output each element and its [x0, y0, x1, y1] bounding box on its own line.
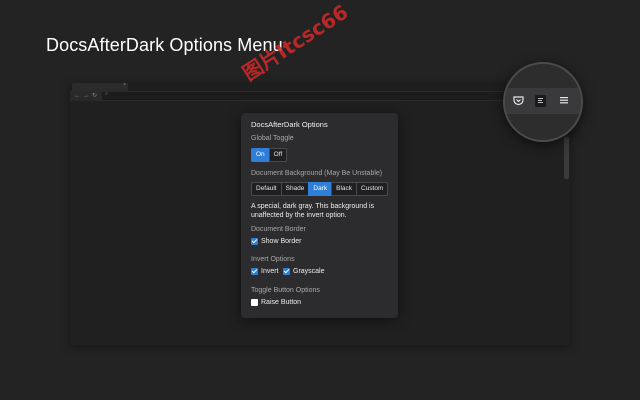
checkbox-icon[interactable]	[251, 299, 258, 306]
browser-tab[interactable]: ×	[72, 83, 128, 91]
background-dark-button[interactable]: Dark	[308, 182, 333, 196]
raise-button-label: Raise Button	[261, 299, 302, 306]
invert-label: Invert	[261, 268, 279, 275]
search-icon: ⌕	[105, 91, 108, 97]
raise-button-checkbox[interactable]: Raise Button	[251, 299, 301, 306]
forward-icon[interactable]: →	[83, 91, 89, 101]
docsafterdark-icon[interactable]	[535, 95, 546, 107]
page-headline: DocsAfterDark Options Menu	[46, 35, 283, 55]
hamburger-menu-icon[interactable]	[559, 95, 569, 108]
show-border-checkbox[interactable]: Show Border	[251, 238, 301, 245]
background-black-button[interactable]: Black	[331, 182, 358, 196]
background-custom-button[interactable]: Custom	[356, 182, 389, 196]
grayscale-checkbox[interactable]: Grayscale	[283, 268, 325, 275]
url-bar[interactable]: ⌕	[102, 91, 542, 100]
background-default-button[interactable]: Default	[251, 182, 282, 196]
document-border-label: Document Border	[251, 226, 306, 233]
tab-strip: ×	[70, 83, 570, 91]
background-description: A special, dark gray. This background is…	[251, 203, 375, 219]
show-border-label: Show Border	[261, 238, 302, 245]
global-toggle-group: On Off	[251, 148, 288, 162]
global-toggle-label: Global Toggle	[251, 135, 294, 142]
pocket-icon[interactable]	[513, 95, 524, 109]
invert-checkbox[interactable]: Invert	[251, 268, 279, 275]
checkbox-icon[interactable]	[283, 268, 290, 275]
scrollbar[interactable]	[564, 137, 569, 179]
document-background-label: Document Background (May Be Unstable)	[251, 170, 383, 177]
back-icon[interactable]: ←	[74, 91, 80, 101]
checkbox-icon[interactable]	[251, 238, 258, 245]
invert-options-label: Invert Options	[251, 256, 295, 263]
options-panel: DocsAfterDark Options Global Toggle On O…	[241, 113, 398, 318]
grayscale-label: Grayscale	[293, 268, 325, 275]
reload-icon[interactable]: ↻	[92, 91, 97, 101]
tab-close-icon[interactable]: ×	[123, 83, 126, 88]
panel-title: DocsAfterDark Options	[251, 120, 328, 129]
document-background-group: Default Shade Dark Black Custom	[251, 182, 389, 196]
checkbox-icon[interactable]	[251, 268, 258, 275]
toggle-button-options-label: Toggle Button Options	[251, 287, 320, 294]
toggle-on-button[interactable]: On	[251, 148, 270, 162]
toolbar-magnifier	[503, 62, 583, 142]
nav-bar: ← → ↻ ⌕	[70, 91, 570, 101]
background-shade-button[interactable]: Shade	[280, 182, 310, 196]
toggle-off-button[interactable]: Off	[268, 148, 288, 162]
